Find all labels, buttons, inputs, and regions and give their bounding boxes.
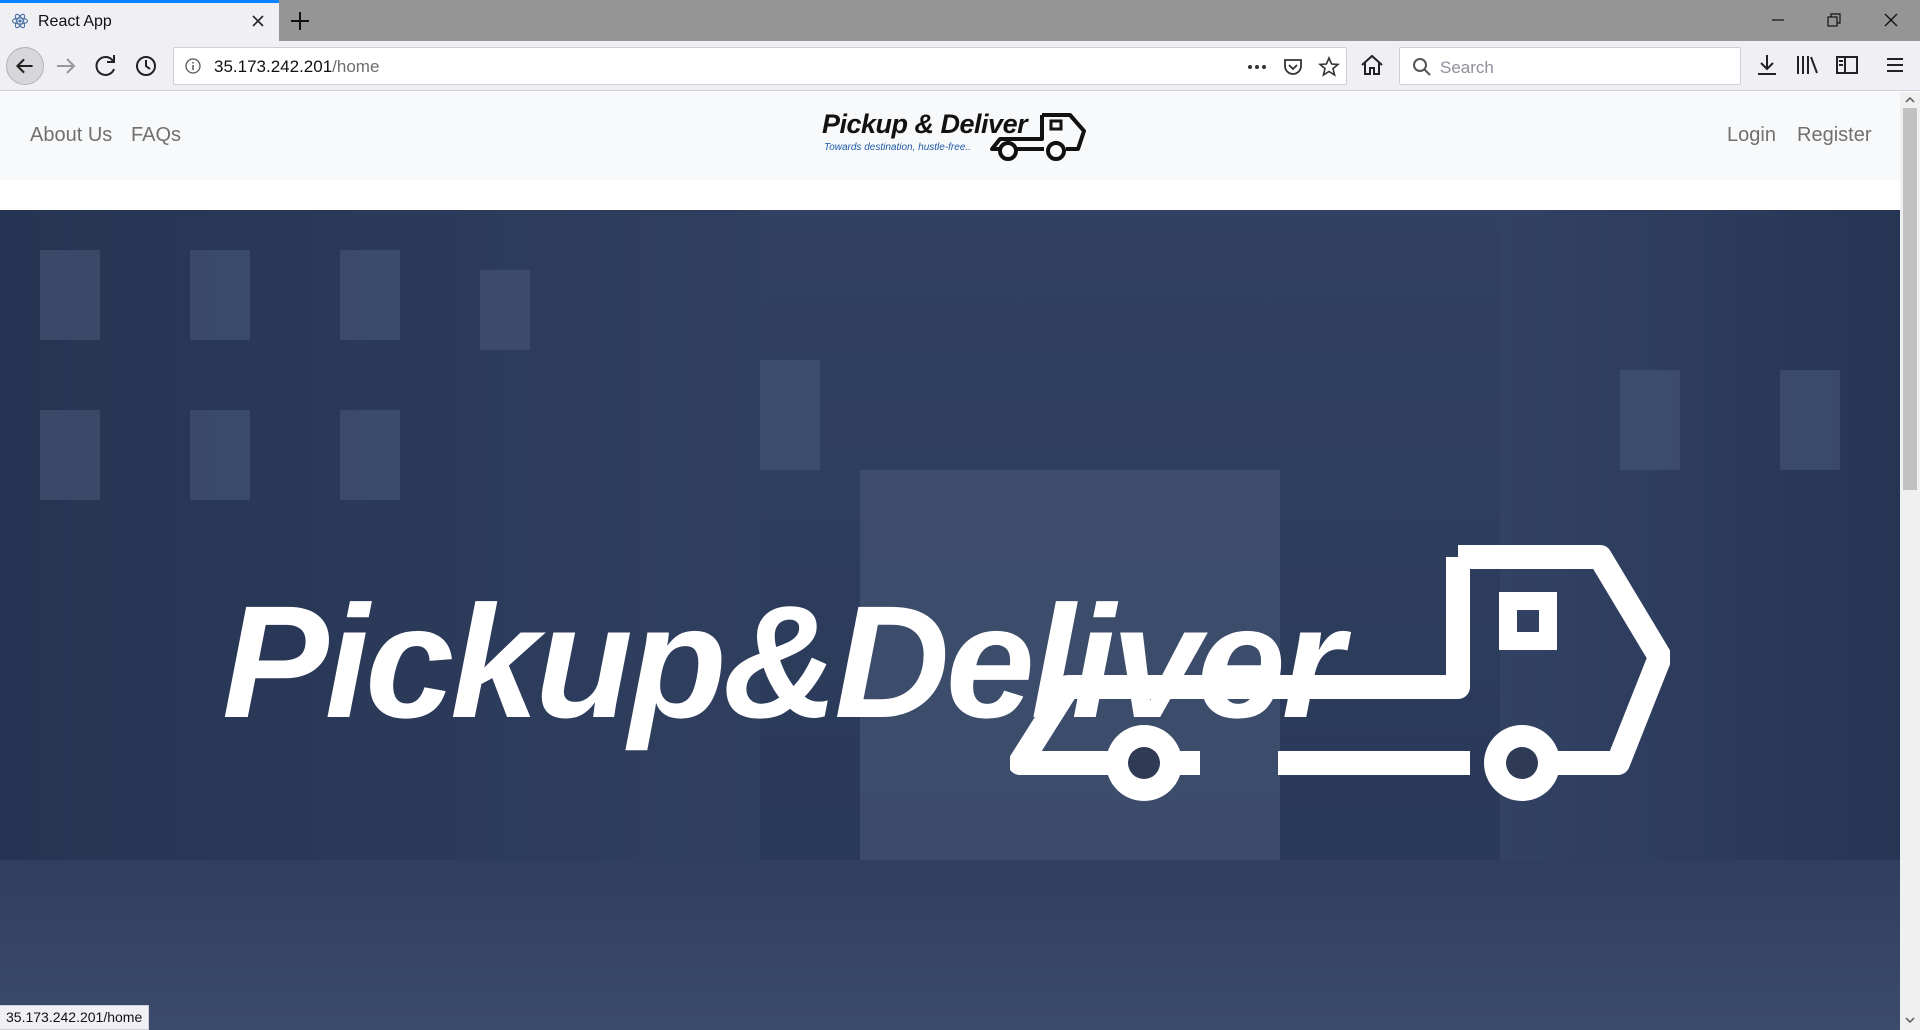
- scroll-down-icon[interactable]: [1904, 1014, 1916, 1026]
- search-placeholder: Search: [1440, 58, 1494, 77]
- history-icon[interactable]: [129, 49, 163, 83]
- tab-title: React App: [38, 13, 112, 30]
- truck-icon: [1010, 545, 1670, 801]
- nav-faqs[interactable]: FAQs: [131, 124, 181, 147]
- url-bar[interactable]: 35.173.242.201/home: [173, 47, 1347, 85]
- search-icon: [1413, 58, 1431, 76]
- scroll-up-icon[interactable]: [1904, 94, 1916, 106]
- search-input[interactable]: Search: [1399, 47, 1741, 85]
- tab-react-app[interactable]: React App: [0, 0, 279, 41]
- navigation-toolbar: 35.173.242.201/home Search: [0, 41, 1920, 91]
- library-icon[interactable]: [1793, 51, 1821, 79]
- back-arrow-icon[interactable]: [6, 47, 44, 85]
- page-viewport: About Us FAQs Pickup & Deliver Towards d…: [0, 92, 1920, 1030]
- forward-arrow-icon[interactable]: [49, 49, 83, 83]
- nav-login[interactable]: Login: [1727, 124, 1776, 147]
- info-icon[interactable]: [185, 58, 201, 74]
- close-icon[interactable]: [246, 9, 270, 33]
- download-icon[interactable]: [1753, 51, 1781, 79]
- truck-icon: [990, 113, 1086, 161]
- minimize-icon[interactable]: [1766, 8, 1790, 32]
- url-path: /home: [332, 57, 380, 76]
- menu-icon[interactable]: [1881, 51, 1909, 79]
- home-icon[interactable]: [1358, 51, 1386, 79]
- status-link-preview: 35.173.242.201/home: [0, 1005, 150, 1030]
- pocket-icon[interactable]: [1282, 56, 1304, 78]
- star-icon[interactable]: [1318, 56, 1340, 78]
- scrollbar-thumb[interactable]: [1903, 108, 1917, 490]
- url-text: 35.173.242.201/home: [214, 57, 379, 77]
- tab-strip: React App: [0, 0, 1920, 41]
- plus-icon[interactable]: [286, 7, 314, 35]
- more-icon[interactable]: [1246, 56, 1268, 78]
- react-favicon-icon: [11, 13, 29, 29]
- logo-tagline: Towards destination, hustle-free..: [824, 142, 971, 153]
- site-logo[interactable]: Pickup & Deliver Towards destination, hu…: [822, 109, 1087, 165]
- nav-about-us[interactable]: About Us: [30, 124, 112, 147]
- reload-icon[interactable]: [89, 49, 123, 83]
- close-window-icon[interactable]: [1879, 8, 1903, 32]
- page-scrollbar[interactable]: [1900, 92, 1920, 1030]
- site-navbar: About Us FAQs Pickup & Deliver Towards d…: [0, 92, 1900, 180]
- nav-register[interactable]: Register: [1797, 124, 1871, 147]
- sidebar-icon[interactable]: [1833, 51, 1861, 79]
- restore-icon[interactable]: [1822, 8, 1846, 32]
- hero-banner: Pickup&Deliver: [0, 210, 1900, 1030]
- url-host: 35.173.242.201: [214, 57, 333, 76]
